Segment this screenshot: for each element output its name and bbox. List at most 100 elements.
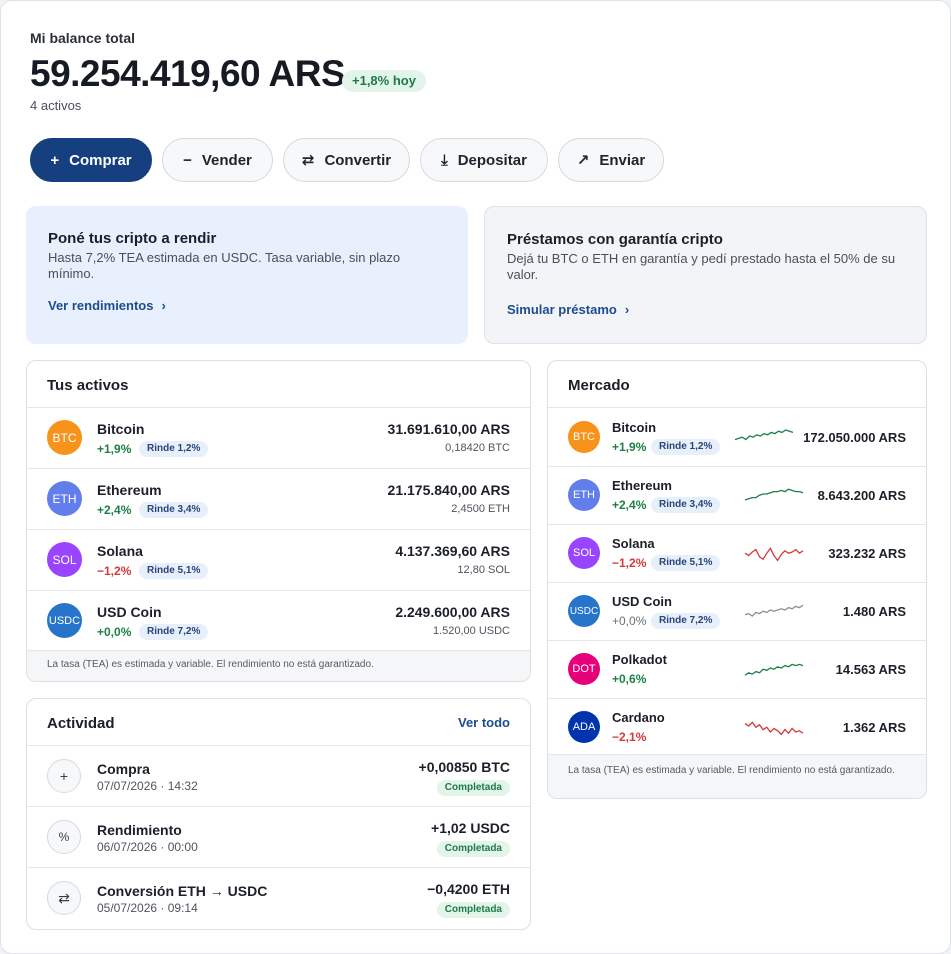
asset-change: −2,1% xyxy=(612,730,647,744)
status-badge: Completada xyxy=(436,902,510,918)
activity-title: Actividad xyxy=(47,715,115,732)
total-balance: 59.254.419,60 ARS xyxy=(30,53,346,94)
asset-name: Ethereum xyxy=(612,478,672,493)
asset-name: Solana xyxy=(97,543,143,559)
swap-arrows-icon: ⇄ xyxy=(47,881,81,915)
activity-title-text: Conversión ETH → USDC xyxy=(97,883,268,899)
usd-coin-icon: USDC xyxy=(47,603,82,638)
promo-title: Préstamos con garantía cripto xyxy=(507,231,723,248)
arrow-up-right-icon: ↗ xyxy=(576,151,590,169)
buy-button[interactable]: + Comprar xyxy=(30,138,152,182)
asset-change: +1,9% xyxy=(612,440,647,454)
divider xyxy=(27,590,530,591)
asset-price: 1.362 ARS xyxy=(842,720,906,735)
buy-button-label: Comprar xyxy=(69,151,132,169)
activity-date: 07/07/2026 · 14:32 xyxy=(97,779,198,793)
yield-tag: Rinde 7,2% xyxy=(139,624,209,640)
cardano-coin-icon: ADA xyxy=(568,711,600,743)
assets-count: 4 activos xyxy=(30,98,82,113)
see-yields-link[interactable]: Ver rendimientos › xyxy=(48,298,166,313)
holdings-footnote: La tasa (TEA) es estimada y variable. El… xyxy=(27,650,530,681)
chevron-right-icon: › xyxy=(161,298,166,313)
asset-value: 21.175.840,00 ARS xyxy=(387,482,510,498)
divider xyxy=(548,524,926,525)
asset-change: −1,2% xyxy=(97,564,132,578)
asset-change: +2,4% xyxy=(612,498,647,512)
status-badge: Completada xyxy=(436,841,510,857)
ethereum-coin-icon: ETH xyxy=(568,479,600,511)
promo-description: Hasta 7,2% TEA estimada en USDC. Tasa va… xyxy=(48,250,401,281)
asset-name: USD Coin xyxy=(97,604,162,620)
sparkline-chart xyxy=(744,663,804,676)
divider xyxy=(548,582,926,583)
yield-tag: Rinde 7,2% xyxy=(651,613,721,629)
asset-name: Bitcoin xyxy=(612,420,657,435)
market-footnote: La tasa (TEA) es estimada y variable. El… xyxy=(548,754,926,798)
yield-tag: Rinde 5,1% xyxy=(651,555,721,571)
promo-title: Poné tus cripto a rendir xyxy=(48,230,217,247)
simulate-loan-link[interactable]: Simular préstamo › xyxy=(507,302,629,317)
asset-value: 4.137.369,60 ARS xyxy=(395,543,510,559)
sparkline-path xyxy=(744,488,804,501)
sparkline-path xyxy=(744,547,804,562)
asset-change: +0,0% xyxy=(612,614,647,628)
divider xyxy=(27,806,530,807)
activity-amount: +1,02 USDC xyxy=(431,820,510,836)
asset-quantity: 0,18420 BTC xyxy=(445,442,510,454)
deposit-button-label: Depositar xyxy=(457,151,527,169)
convert-button-label: Convertir xyxy=(324,151,392,169)
activity-title-text: Rendimiento xyxy=(97,822,182,838)
asset-name: Bitcoin xyxy=(97,421,145,437)
asset-name: Ethereum xyxy=(97,482,162,498)
plus-icon: + xyxy=(50,151,60,169)
wallet-dashboard: Mi balance total 59.254.419,60 ARS +1,8%… xyxy=(0,0,951,954)
yield-tag: Rinde 1,2% xyxy=(651,439,721,455)
promo-description: Dejá tu BTC o ETH en garantía y pedí pre… xyxy=(507,251,896,282)
swap-arrows-icon: ⇄ xyxy=(301,151,315,169)
polkadot-coin-icon: DOT xyxy=(568,653,600,685)
asset-name: Cardano xyxy=(612,710,665,725)
sparkline-path xyxy=(744,663,804,676)
asset-price: 172.050.000 ARS xyxy=(803,430,906,445)
send-button[interactable]: ↗ Enviar xyxy=(558,138,664,182)
plus-icon: + xyxy=(47,759,81,793)
sell-button[interactable]: − Vender xyxy=(162,138,273,182)
asset-price: 14.563 ARS xyxy=(835,662,906,677)
divider xyxy=(27,867,530,868)
divider xyxy=(548,698,926,699)
asset-price: 8.643.200 ARS xyxy=(817,488,906,503)
activity-panel: Actividad Ver todo + Compra 07/07/2026 ·… xyxy=(26,698,531,930)
deposit-button[interactable]: ⤓ Depositar xyxy=(420,138,548,182)
chevron-right-icon: › xyxy=(624,302,630,317)
bitcoin-coin-icon: BTC xyxy=(47,420,82,455)
asset-name: Solana xyxy=(612,536,655,551)
sparkline-chart xyxy=(734,429,794,441)
sparkline-chart xyxy=(744,488,804,501)
divider xyxy=(27,407,530,408)
solana-coin-icon: SOL xyxy=(568,537,600,569)
divider xyxy=(27,745,530,746)
sparkline-chart xyxy=(744,604,804,617)
sparkline-chart xyxy=(744,547,804,562)
asset-value: 31.691.610,00 ARS xyxy=(387,421,510,437)
asset-price: 323.232 ARS xyxy=(828,546,906,561)
asset-quantity: 12,80 SOL xyxy=(457,564,510,576)
minus-icon: − xyxy=(183,151,192,169)
daily-change-badge: +1,8% hoy xyxy=(342,70,426,92)
divider xyxy=(27,529,530,530)
percent-icon: % xyxy=(47,820,81,854)
asset-change: +2,4% xyxy=(97,503,132,517)
asset-change: +1,9% xyxy=(97,442,132,456)
activity-amount: −0,4200 ETH xyxy=(427,881,510,897)
asset-value: 2.249.600,00 ARS xyxy=(395,604,510,620)
see-all-link[interactable]: Ver todo xyxy=(458,715,510,730)
convert-button[interactable]: ⇄ Convertir xyxy=(283,138,410,182)
loan-promo-card: Préstamos con garantía cripto Dejá tu BT… xyxy=(484,206,927,344)
ethereum-coin-icon: ETH xyxy=(47,481,82,516)
status-badge: Completada xyxy=(436,780,510,796)
divider xyxy=(548,407,926,408)
market-panel: Mercado BTC Bitcoin +1,9% Rinde 1,2% 172.050… xyxy=(547,360,927,799)
asset-change: +0,0% xyxy=(97,625,132,639)
see-yields-label: Ver rendimientos xyxy=(48,298,154,313)
sparkline-path xyxy=(734,429,794,441)
